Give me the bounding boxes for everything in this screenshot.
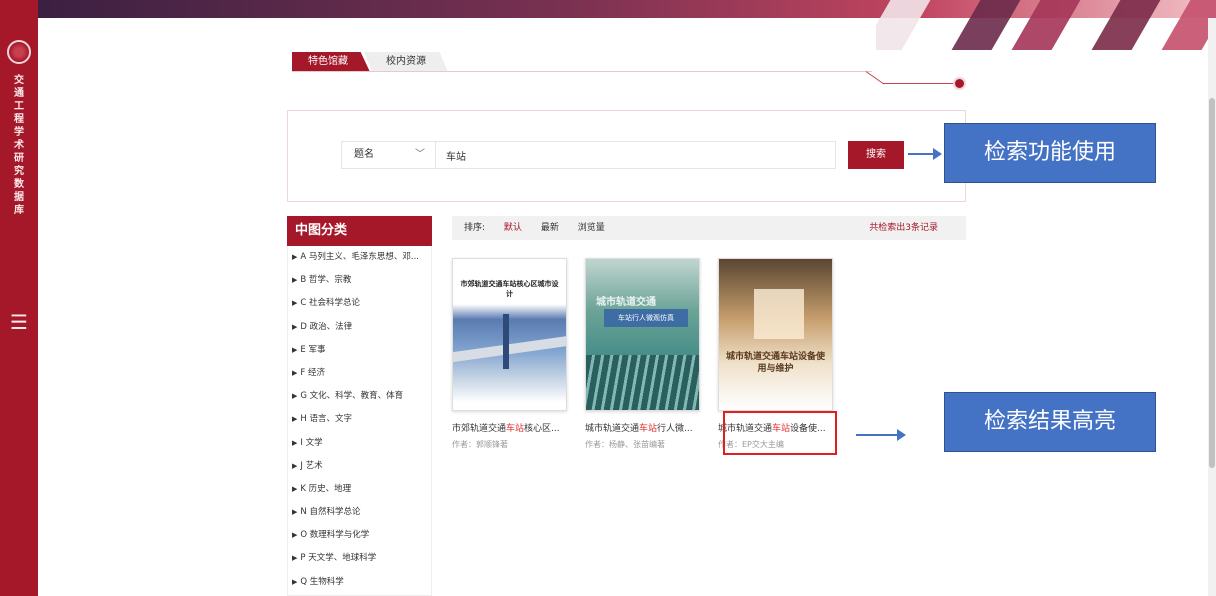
hamburger-icon[interactable]: ☰: [10, 312, 28, 332]
callout-search-feature: 检索功能使用: [944, 123, 1156, 183]
tab-underline: [292, 71, 872, 72]
tab-decoration-line-right: [883, 83, 959, 84]
triangle-right-icon: ▶: [292, 484, 298, 493]
triangle-right-icon: ▶: [292, 461, 298, 470]
category-item[interactable]: ▶ K 历史、地理: [288, 478, 431, 501]
page: 交通工程学术研究数据库 ☰ 特色馆藏 校内资源 题名 ﹀ 搜索 检索功能使用 中…: [0, 0, 1216, 596]
triangle-right-icon: ▶: [292, 508, 298, 517]
search-input[interactable]: [436, 141, 836, 169]
database-title: 交通工程学术研究数据库: [14, 75, 24, 216]
book-author: 作者：杨静、张苗编著: [585, 440, 665, 449]
left-brand-bar: 交通工程学术研究数据库 ☰: [0, 0, 38, 596]
triangle-right-icon: ▶: [292, 438, 298, 447]
triangle-right-icon: ▶: [292, 299, 298, 308]
search-field-select[interactable]: 题名 ﹀: [341, 141, 436, 169]
category-item[interactable]: ▶ N 自然科学总论: [288, 501, 431, 524]
book-cover[interactable]: 城市轨道交通 车站行人微观仿真: [585, 258, 700, 411]
cover-title: 市郊轨道交通车站核心区城市设计: [460, 280, 559, 298]
result-count: 共检索出3条记录: [869, 223, 938, 233]
sort-bar: 排序: 默认 最新 浏览量 共检索出3条记录: [452, 216, 966, 240]
arrow-icon: [856, 429, 906, 441]
triangle-right-icon: ▶: [292, 368, 298, 377]
banner-decoration: [876, 0, 1216, 50]
cover-title: 城市轨道交通: [596, 297, 656, 308]
tab-campus-resources[interactable]: 校内资源: [364, 52, 448, 72]
highlight-annotation-box: [723, 411, 837, 455]
category-item[interactable]: ▶ A 马列主义、毛泽东思想、邓...: [288, 246, 431, 269]
triangle-right-icon: ▶: [292, 531, 298, 540]
tab-special-collection[interactable]: 特色馆藏: [292, 52, 370, 72]
book-title[interactable]: 城市轨道交通车站行人微...: [585, 421, 700, 434]
category-item[interactable]: ▶ I 文学: [288, 432, 431, 455]
book-title[interactable]: 市郊轨道交通车站核心区...: [452, 421, 567, 434]
category-list: ▶ A 马列主义、毛泽东思想、邓... ▶ B 哲学、宗教 ▶ C 社会科学总论 ▶ D…: [287, 246, 432, 596]
arrow-icon: [908, 148, 942, 160]
category-item[interactable]: ▶ B 哲学、宗教: [288, 269, 431, 292]
title-highlight: 车站: [639, 424, 658, 434]
triangle-right-icon: ▶: [292, 577, 298, 586]
search-panel: 题名 ﹀ 搜索: [287, 110, 966, 202]
sort-label: 排序:: [464, 223, 486, 233]
callout-result-highlight: 检索结果高亮: [944, 392, 1156, 452]
book-cover[interactable]: 城市轨道交通车站设备使用与维护: [718, 258, 833, 411]
search-button[interactable]: 搜索: [848, 141, 904, 169]
page-scrollbar[interactable]: [1208, 18, 1216, 596]
category-title: 中图分类: [287, 216, 432, 246]
book-author: 作者：郭顺锋著: [452, 440, 508, 449]
title-highlight: 车站: [506, 424, 525, 434]
triangle-right-icon: ▶: [292, 554, 298, 563]
tab-decoration-dot: [955, 79, 964, 88]
triangle-right-icon: ▶: [292, 253, 298, 261]
sort-default[interactable]: 默认: [504, 223, 522, 233]
triangle-right-icon: ▶: [292, 276, 298, 285]
search-field-label: 题名: [354, 149, 374, 160]
category-item[interactable]: ▶ D 政治、法律: [288, 316, 431, 339]
book-card[interactable]: 市郊轨道交通车站核心区城市设计 市郊轨道交通车站核心区... 作者：郭顺锋著: [452, 258, 567, 450]
cover-title: 城市轨道交通车站设备使用与维护: [725, 352, 825, 374]
category-item[interactable]: ▶ P 天文学、地球科学: [288, 547, 431, 570]
triangle-right-icon: ▶: [292, 345, 298, 354]
cover-subtitle: 车站行人微观仿真: [604, 309, 688, 327]
triangle-right-icon: ▶: [292, 322, 298, 331]
category-item[interactable]: ▶ F 经济: [288, 362, 431, 385]
university-logo[interactable]: [7, 40, 31, 64]
category-item[interactable]: ▶ H 语言、文字: [288, 408, 431, 431]
category-item[interactable]: ▶ J 艺术: [288, 455, 431, 478]
chevron-down-icon: ﹀: [415, 149, 425, 160]
category-item[interactable]: ▶ E 军事: [288, 339, 431, 362]
triangle-right-icon: ▶: [292, 392, 298, 401]
sort-latest[interactable]: 最新: [541, 223, 559, 233]
category-item[interactable]: ▶ C 社会科学总论: [288, 292, 431, 315]
category-item[interactable]: ▶ Q 生物科学: [288, 571, 431, 594]
sort-views[interactable]: 浏览量: [578, 223, 605, 233]
triangle-right-icon: ▶: [292, 415, 298, 424]
scrollbar-thumb[interactable]: [1209, 98, 1215, 468]
book-cover[interactable]: 市郊轨道交通车站核心区城市设计: [452, 258, 567, 411]
book-card[interactable]: 城市轨道交通 车站行人微观仿真 城市轨道交通车站行人微... 作者：杨静、张苗编…: [585, 258, 700, 450]
category-item[interactable]: ▶ G 文化、科学、教育、体育: [288, 385, 431, 408]
category-item[interactable]: ▶ O 数理科学与化学: [288, 524, 431, 547]
tab-decoration-line: [865, 71, 885, 85]
